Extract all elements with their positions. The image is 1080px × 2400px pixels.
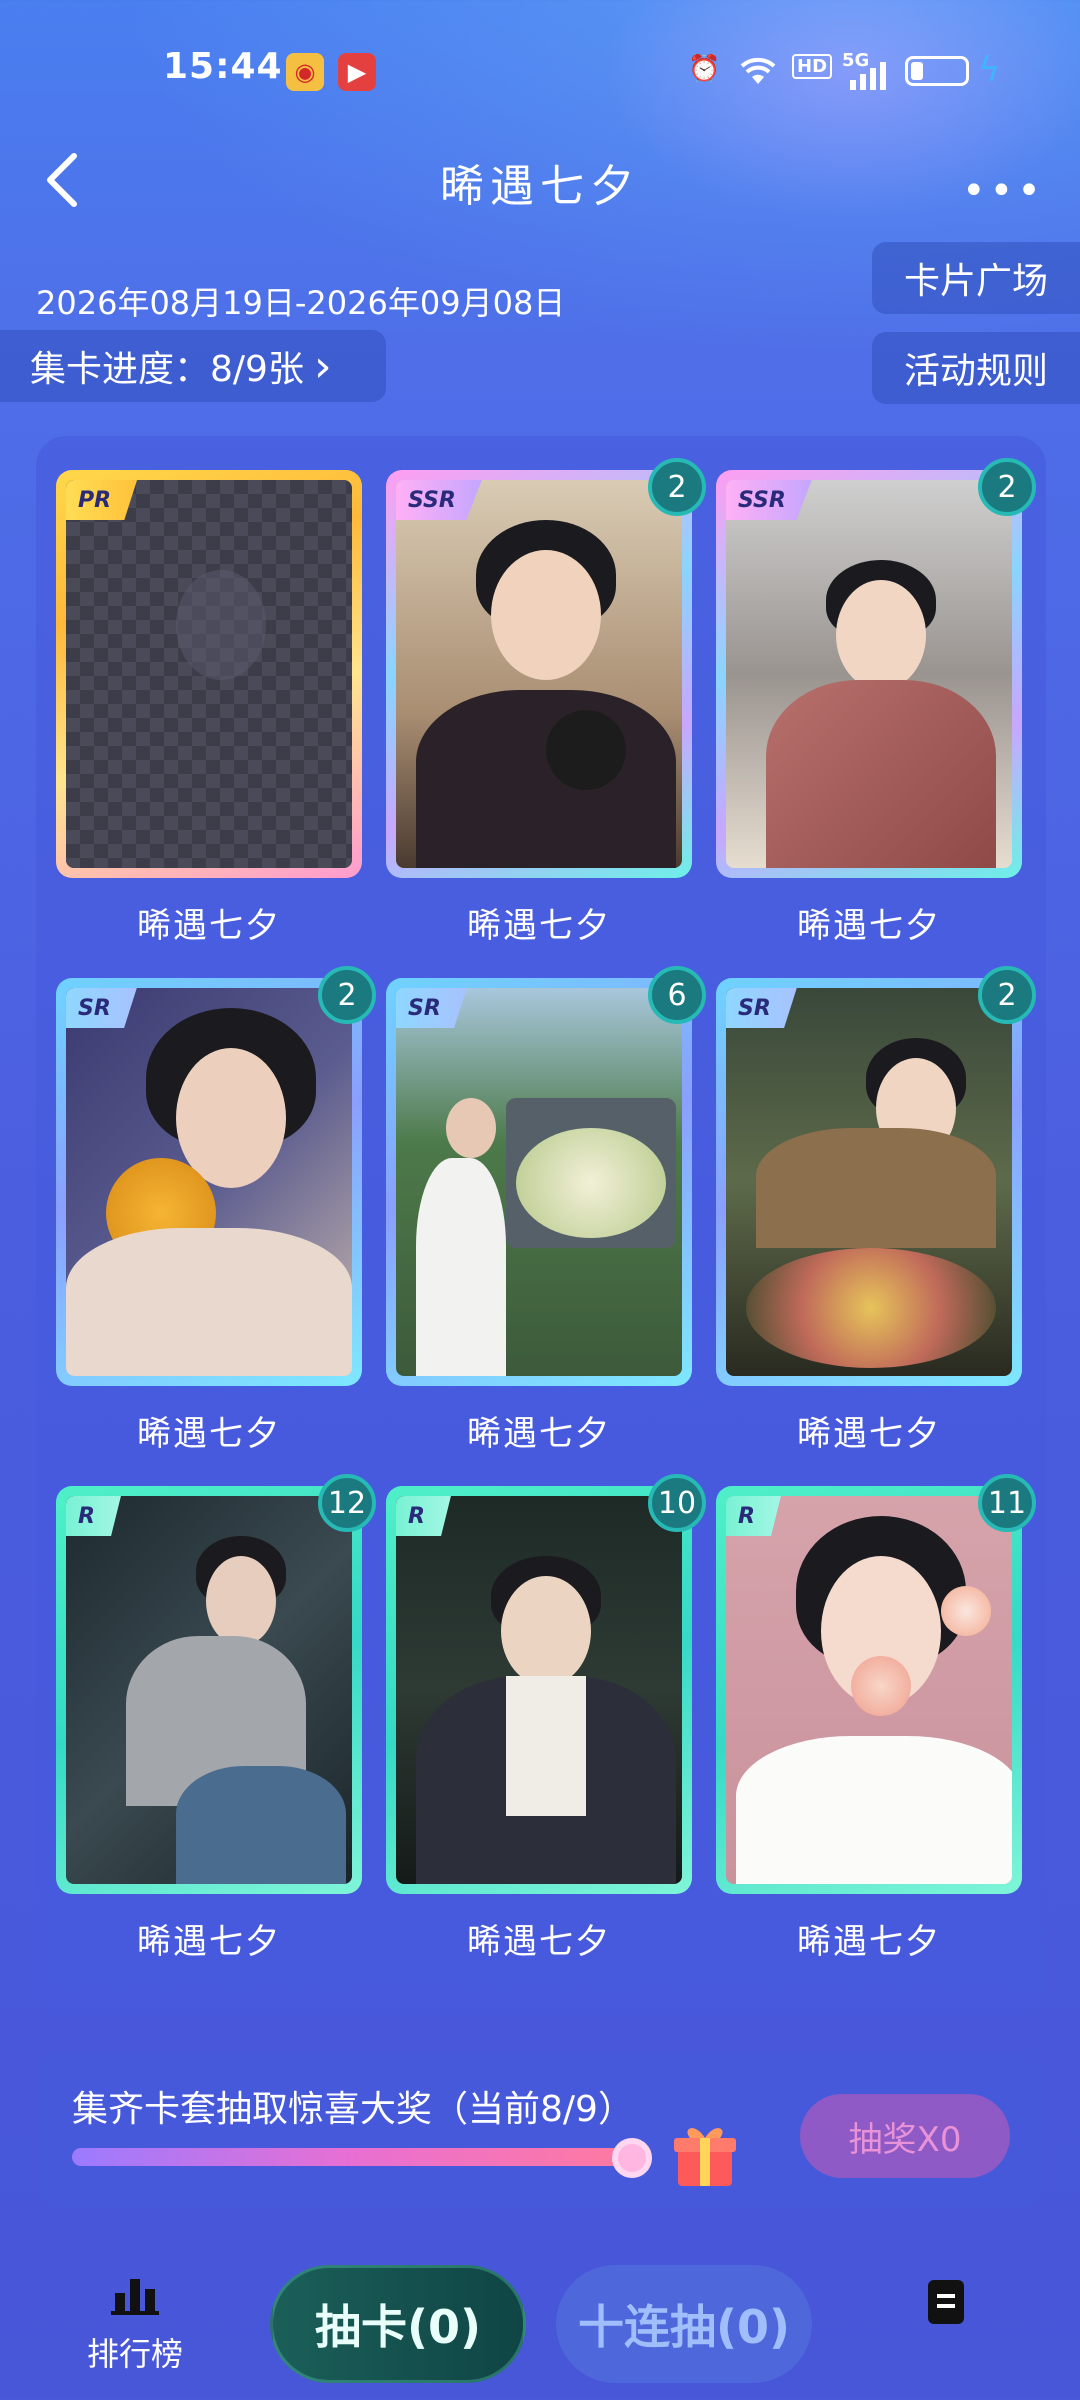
card-3[interactable]: SSR (716, 470, 1022, 878)
card-photo (726, 480, 1012, 868)
card-7[interactable]: R (56, 1486, 362, 1894)
card-count-badge: 6 (648, 966, 706, 1024)
prize-description: 集齐卡套抽取惊喜大奖（当前8/9） (72, 2089, 634, 2130)
leaderboard-icon (80, 2275, 190, 2321)
more-options-button[interactable]: ••• (962, 168, 1045, 214)
card-photo (396, 480, 682, 868)
card-count-badge: 2 (318, 966, 376, 1024)
card-label: 晞遇七夕 (137, 906, 281, 946)
event-rules-button[interactable]: 活动规则 (872, 332, 1080, 404)
card-photo (66, 1496, 352, 1884)
card-9[interactable]: R (716, 1486, 1022, 1894)
alarm-icon: ⏰ (688, 54, 721, 84)
leaderboard-label: 排行榜 (86, 2335, 183, 2373)
card-8[interactable]: R (386, 1486, 692, 1894)
card-photo (726, 988, 1012, 1376)
collection-progress-button[interactable]: 集卡进度：8/9张 › (0, 330, 386, 402)
card-4[interactable]: SR (56, 978, 362, 1386)
draw-card-button[interactable]: 抽卡(0) (270, 2265, 526, 2383)
gift-icon (670, 2118, 740, 2188)
page-title: 晞遇七夕 (440, 161, 640, 212)
card-label: 晞遇七夕 (797, 1414, 941, 1454)
locked-card-placeholder (66, 480, 352, 868)
card-label: 晞遇七夕 (797, 1922, 941, 1962)
card-photo (726, 1496, 1012, 1884)
card-photo (396, 988, 682, 1376)
card-photo (66, 988, 352, 1376)
card-label: 晞遇七夕 (467, 906, 611, 946)
card-count-badge: 2 (978, 458, 1036, 516)
card-label: 晞遇七夕 (467, 1414, 611, 1454)
status-time: 15:44 (163, 46, 283, 87)
card-plaza-button[interactable]: 卡片广场 (872, 242, 1080, 314)
card-label: 晞遇七夕 (467, 1922, 611, 1962)
collection-progress-label: 集卡进度：8/9张 (30, 349, 304, 390)
signal-icon (848, 62, 892, 94)
charging-icon: ϟ (978, 50, 1001, 90)
weibo-icon: ◉ (286, 53, 324, 91)
leaderboard-button[interactable]: 排行榜 (80, 2275, 190, 2375)
card-1[interactable]: PR (56, 470, 362, 878)
card-count-badge: 2 (648, 458, 706, 516)
card-count-badge: 10 (648, 1474, 706, 1532)
video-icon: ▶ (338, 53, 376, 91)
card-label: 晞遇七夕 (137, 1922, 281, 1962)
ten-draw-button[interactable]: 十连抽(0) (556, 2265, 812, 2383)
card-label: 晞遇七夕 (137, 1414, 281, 1454)
record-book-icon[interactable] (928, 2280, 964, 2324)
card-photo (396, 1496, 682, 1884)
lottery-draw-button[interactable]: 抽奖X0 (800, 2094, 1010, 2178)
card-2[interactable]: SSR (386, 470, 692, 878)
card-count-badge: 11 (978, 1474, 1036, 1532)
card-5[interactable]: SR (386, 978, 692, 1386)
prize-progress-bar (72, 2148, 632, 2166)
card-6[interactable]: SR (716, 978, 1022, 1386)
event-date-range: 2026年08月19日-2026年09月08日 (36, 284, 566, 322)
chevron-right-icon: › (313, 340, 332, 392)
wifi-icon (738, 54, 778, 86)
battery-icon (905, 56, 969, 86)
card-count-badge: 2 (978, 966, 1036, 1024)
card-count-badge: 12 (318, 1474, 376, 1532)
hd-icon: HD (792, 54, 833, 79)
card-label: 晞遇七夕 (797, 906, 941, 946)
prize-progress-knob (612, 2138, 652, 2178)
